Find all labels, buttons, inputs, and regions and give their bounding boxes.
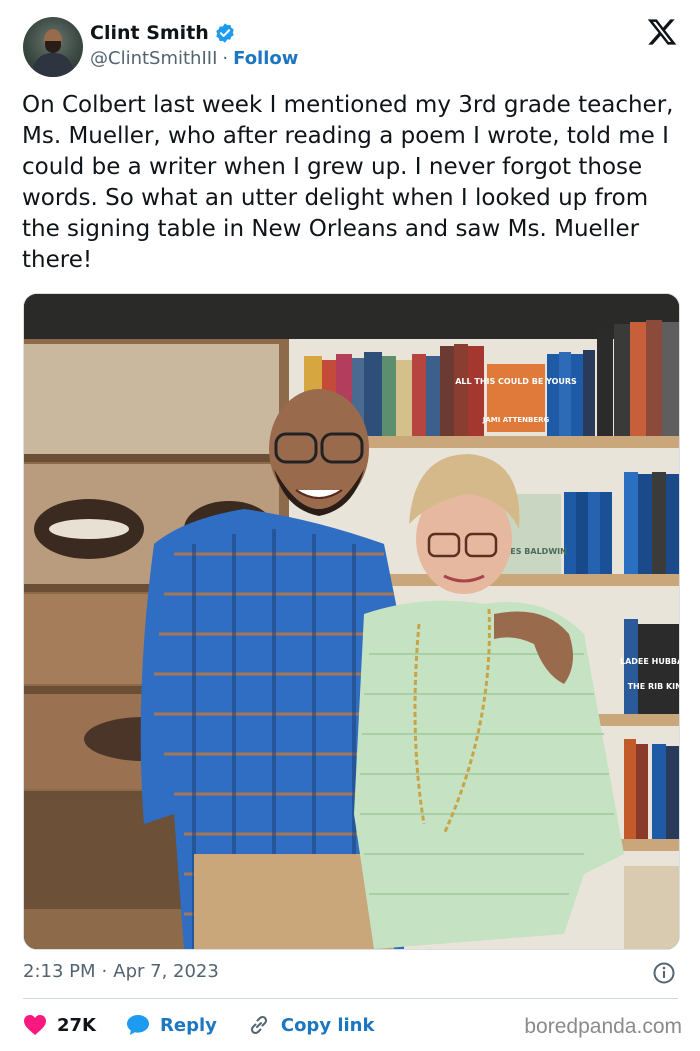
info-icon[interactable] (652, 961, 676, 985)
tweet-text: On Colbert last week I mentioned my 3rd … (22, 92, 674, 273)
author-display-name[interactable]: Clint Smith (90, 22, 209, 44)
heart-icon (24, 1015, 46, 1035)
avatar[interactable] (23, 17, 83, 77)
x-logo-icon[interactable] (646, 16, 678, 48)
book-spine-title: ALL THIS COULD BE YOURS (455, 377, 577, 386)
reply-label: Reply (160, 1014, 217, 1036)
tweet-timestamp[interactable]: 2:13 PM · Apr 7, 2023 (23, 961, 219, 982)
tweet-actions: 27K Reply Copy link (23, 1010, 404, 1040)
tweet-time[interactable]: 2:13 PM (23, 961, 96, 982)
like-button[interactable]: 27K (23, 1014, 96, 1036)
book-spine-hubbard: LADEE HUBBARD (620, 657, 679, 666)
book-spine-author: JAMI ATTENBERG (482, 416, 550, 424)
verified-badge-icon (214, 22, 236, 44)
handle-row: @ClintSmithIII · Follow (90, 48, 298, 69)
copy-link-label: Copy link (280, 1014, 375, 1036)
reply-button[interactable]: Reply (126, 1014, 217, 1036)
tweet-date[interactable]: Apr 7, 2023 (113, 961, 219, 982)
follow-button[interactable]: Follow (233, 48, 298, 69)
author-handle[interactable]: @ClintSmithIII (90, 48, 217, 69)
handle-separator: · (222, 48, 229, 69)
copy-link-button[interactable]: Copy link (247, 1013, 375, 1037)
book-spine-ribking: THE RIB KING (628, 682, 679, 691)
watermark: boredpanda.com (524, 1015, 682, 1038)
reply-icon (127, 1015, 149, 1035)
divider (23, 998, 678, 999)
link-icon (250, 1015, 267, 1035)
author-name-row[interactable]: Clint Smith (90, 20, 236, 46)
likes-count: 27K (57, 1014, 96, 1036)
tweet-card: Clint Smith @ClintSmithIII · Follow On C… (0, 0, 700, 1051)
timestamp-separator: · (101, 961, 108, 982)
tweet-photo[interactable]: ALL THIS COULD BE YOURS JAMI ATTENBERG J… (23, 293, 680, 950)
